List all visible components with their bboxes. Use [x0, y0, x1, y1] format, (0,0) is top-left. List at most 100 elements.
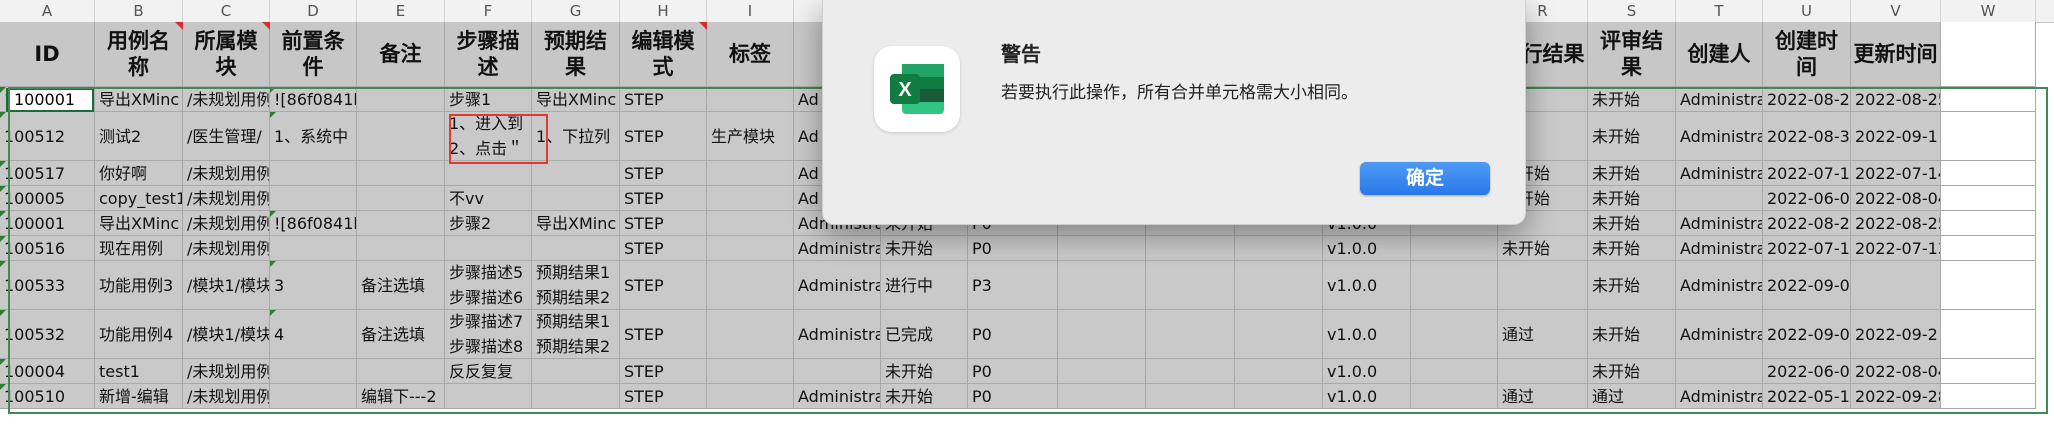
table-cell[interactable]	[1941, 384, 2036, 409]
table-cell[interactable]	[1411, 261, 1498, 310]
table-cell[interactable]	[1941, 87, 2036, 112]
table-cell[interactable]	[1411, 384, 1498, 409]
table-cell[interactable]	[1498, 359, 1588, 384]
table-cell[interactable]: /未规划用例	[183, 236, 270, 261]
table-cell[interactable]	[1146, 236, 1235, 261]
table-cell[interactable]: 3	[270, 261, 357, 310]
table-cell[interactable]	[445, 384, 532, 409]
table-cell[interactable]	[270, 161, 357, 186]
table-cell[interactable]: 未开始	[881, 359, 968, 384]
column-letter[interactable]: S	[1588, 0, 1676, 22]
table-cell[interactable]: 2022-09-28 10:13:13	[1851, 384, 1941, 409]
table-cell[interactable]: 未开始	[1498, 236, 1588, 261]
table-cell[interactable]: 100005	[0, 186, 95, 211]
table-cell[interactable]	[532, 186, 620, 211]
table-cell[interactable]	[357, 161, 445, 186]
table-cell[interactable]: 2022-08-04 11:30:37	[1851, 359, 1941, 384]
table-cell[interactable]: 测试2	[95, 112, 183, 161]
table-cell[interactable]: 编辑下---2	[357, 384, 445, 409]
table-cell[interactable]: 100532	[0, 310, 95, 359]
table-cell[interactable]: /未规划用例	[183, 211, 270, 236]
table-cell[interactable]	[532, 384, 620, 409]
table-cell[interactable]: STEP	[620, 261, 707, 310]
table-cell[interactable]	[357, 87, 445, 112]
table-cell[interactable]: ![86f0841b	[270, 211, 357, 236]
header-cell[interactable]: 更新时间	[1851, 22, 1941, 87]
active-cell[interactable]: 100001	[6, 88, 94, 112]
table-cell[interactable]	[532, 359, 620, 384]
table-cell[interactable]: 2022-08-3	[1763, 112, 1851, 161]
column-letter[interactable]: W	[1941, 0, 2036, 22]
table-cell[interactable]	[707, 87, 794, 112]
table-cell[interactable]: 1、系统中	[270, 112, 357, 161]
table-cell[interactable]	[1235, 384, 1323, 409]
table-cell[interactable]: 步骤描述5 步骤描述6	[445, 261, 532, 310]
table-cell[interactable]	[1058, 261, 1146, 310]
table-cell[interactable]: 未开始	[1588, 87, 1676, 112]
table-cell[interactable]: 导出XMinc	[532, 211, 620, 236]
table-cell[interactable]: Administra	[1676, 87, 1763, 112]
table-cell[interactable]: /未规划用例	[183, 384, 270, 409]
table-cell[interactable]	[707, 161, 794, 186]
table-cell[interactable]: Administra	[1676, 261, 1763, 310]
header-cell[interactable]: 所属模块	[183, 22, 270, 87]
table-cell[interactable]: 2022-08-04 11:31:42	[1851, 186, 1941, 211]
table-cell[interactable]: 2022-09-0	[1763, 261, 1851, 310]
table-cell[interactable]: 步骤1	[445, 87, 532, 112]
table-cell[interactable]: Administra	[1676, 384, 1763, 409]
table-cell[interactable]: 进行中	[881, 261, 968, 310]
header-cell[interactable]: 前置条件	[270, 22, 357, 87]
table-cell[interactable]: ![86f0841b	[270, 87, 357, 112]
table-cell[interactable]: 2022-08-25 09:41:46	[1851, 87, 1941, 112]
table-cell[interactable]: 4	[270, 310, 357, 359]
table-cell[interactable]	[707, 310, 794, 359]
table-cell[interactable]: Administra	[1676, 310, 1763, 359]
table-cell[interactable]	[270, 359, 357, 384]
table-cell[interactable]: 未开始	[1588, 310, 1676, 359]
column-letter[interactable]: H	[620, 0, 707, 22]
column-letter[interactable]: V	[1851, 0, 1941, 22]
table-cell[interactable]	[1941, 359, 2036, 384]
table-cell[interactable]: STEP	[620, 112, 707, 161]
table-cell[interactable]: P3	[968, 261, 1058, 310]
table-cell[interactable]	[1941, 261, 2036, 310]
table-cell[interactable]: v1.0.0	[1323, 384, 1411, 409]
table-cell[interactable]: 100512	[0, 112, 95, 161]
table-cell[interactable]	[357, 359, 445, 384]
table-cell[interactable]	[1941, 161, 2036, 186]
table-cell[interactable]: 未开始	[1588, 112, 1676, 161]
table-cell[interactable]: 导出XMinc	[532, 87, 620, 112]
table-cell[interactable]	[1676, 186, 1763, 211]
table-cell[interactable]: STEP	[620, 384, 707, 409]
table-cell[interactable]: /模块1/模块	[183, 310, 270, 359]
header-cell[interactable]: 创建时间	[1763, 22, 1851, 87]
table-cell[interactable]: 未开始	[881, 384, 968, 409]
table-cell[interactable]: 100516	[0, 236, 95, 261]
table-cell[interactable]	[707, 384, 794, 409]
table-cell[interactable]: P0	[968, 310, 1058, 359]
table-cell[interactable]: 备注选填	[357, 261, 445, 310]
table-cell[interactable]: copy_test1	[95, 186, 183, 211]
table-cell[interactable]: 步骤2	[445, 211, 532, 236]
header-cell[interactable]: ID	[0, 22, 95, 87]
table-cell[interactable]: v1.0.0	[1323, 310, 1411, 359]
table-cell[interactable]: 导出XMinc	[95, 211, 183, 236]
column-letter[interactable]: A	[0, 0, 95, 22]
table-cell[interactable]: 未开始	[1588, 261, 1676, 310]
table-cell[interactable]	[1411, 236, 1498, 261]
table-cell[interactable]	[1235, 236, 1323, 261]
table-cell[interactable]	[707, 186, 794, 211]
table-cell[interactable]: 100004	[0, 359, 95, 384]
table-cell[interactable]: 导出XMinc	[95, 87, 183, 112]
table-cell[interactable]	[707, 261, 794, 310]
table-cell[interactable]: v1.0.0	[1323, 359, 1411, 384]
table-cell[interactable]: 100517	[0, 161, 95, 186]
column-letter[interactable]: I	[707, 0, 794, 22]
table-cell[interactable]	[1235, 310, 1323, 359]
table-cell[interactable]	[1058, 236, 1146, 261]
ok-button[interactable]: 确定	[1360, 162, 1490, 195]
table-cell[interactable]	[1941, 211, 2036, 236]
table-cell[interactable]: /未规划用例	[183, 87, 270, 112]
table-cell[interactable]: 2022-09-1	[1851, 112, 1941, 161]
table-cell[interactable]: 未开始	[1588, 161, 1676, 186]
